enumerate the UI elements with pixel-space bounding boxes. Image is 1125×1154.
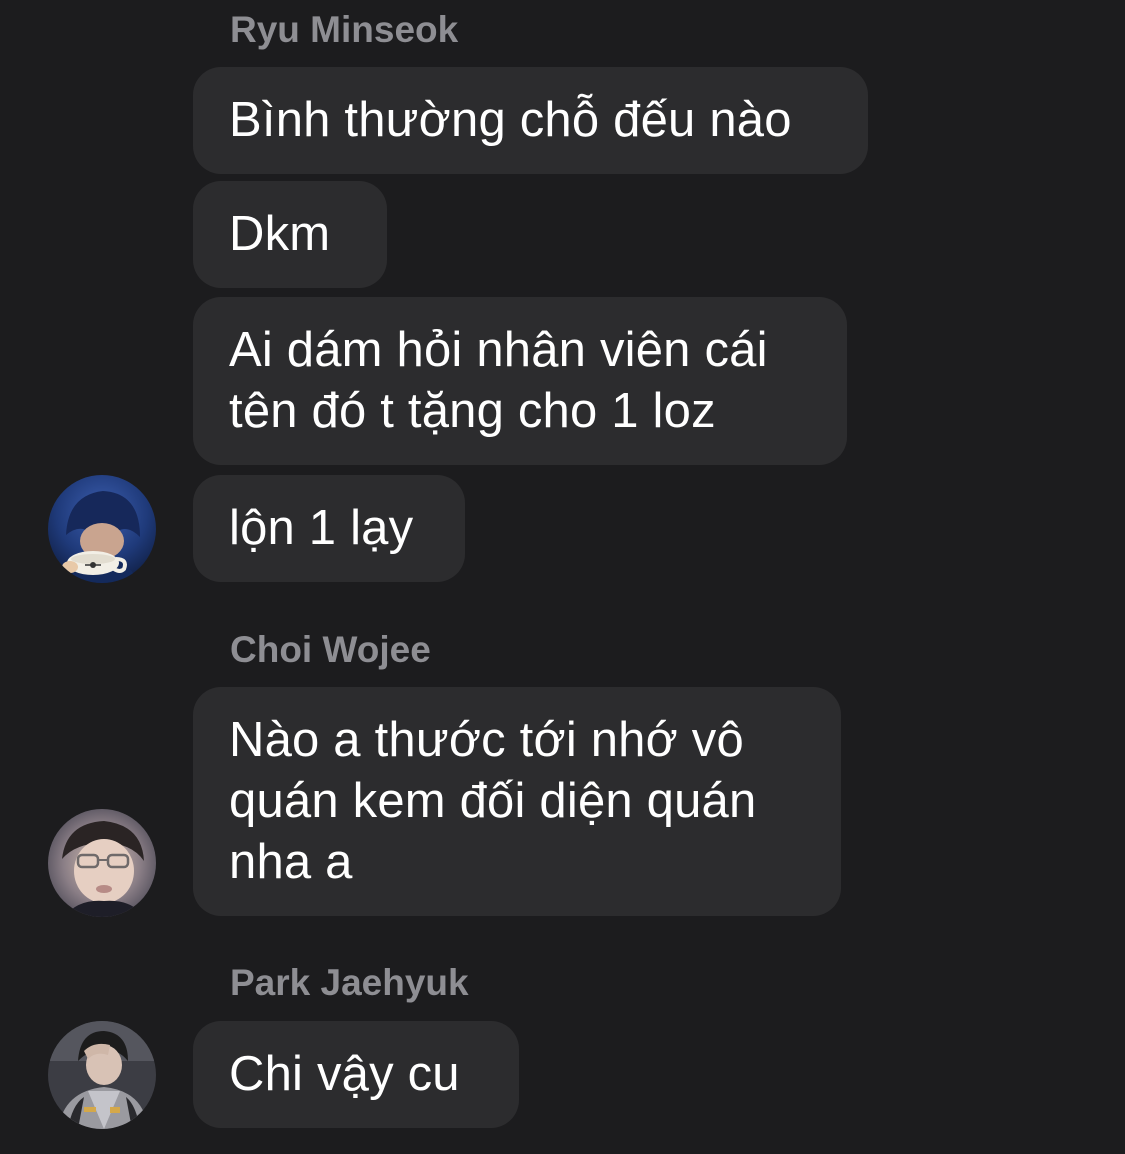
- message-bubble[interactable]: Chi vậy cu: [193, 1021, 519, 1128]
- sender-name: Ryu Minseok: [230, 9, 459, 50]
- message-text: lộn 1 lạy: [229, 501, 414, 555]
- sender-name: Choi Wojee: [230, 629, 431, 670]
- message-text: Bình thường chỗ đếu nào: [229, 93, 792, 147]
- message-bubble[interactable]: Dkm: [193, 181, 387, 288]
- avatar-park-jaehyuk-icon[interactable]: [48, 1021, 156, 1129]
- chat-thread: Ryu Minseok Bình thường chỗ đếu nào Dkm …: [0, 0, 1125, 1154]
- message-bubble[interactable]: lộn 1 lạy: [193, 475, 465, 582]
- sender-name: Park Jaehyuk: [230, 962, 469, 1003]
- message-text: Chi vậy cu: [229, 1047, 460, 1101]
- avatar-choi-wojee-icon[interactable]: [48, 809, 156, 917]
- message-text: Nào a thước tới nhớ vô quán kem đối diện…: [229, 713, 757, 889]
- message-bubble[interactable]: Bình thường chỗ đếu nào: [193, 67, 868, 174]
- message-bubble[interactable]: Nào a thước tới nhớ vô quán kem đối diện…: [193, 687, 841, 916]
- message-bubble[interactable]: Ai dám hỏi nhân viên cái tên đó t tặng c…: [193, 297, 847, 465]
- avatar-ryu-minseok-icon[interactable]: [48, 475, 156, 583]
- message-text: Ai dám hỏi nhân viên cái tên đó t tặng c…: [229, 323, 768, 438]
- message-text: Dkm: [229, 207, 331, 261]
